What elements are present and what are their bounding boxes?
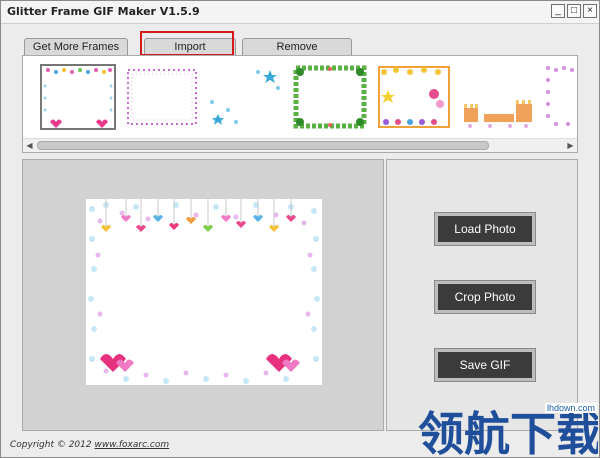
save-gif-button[interactable]: Save GIF xyxy=(434,348,536,382)
copyright-footer: Copyright © 2012 www.foxarc.com xyxy=(10,440,169,450)
tab-get-more-frames[interactable]: Get More Frames xyxy=(24,38,128,55)
scroll-left-icon[interactable]: ◀ xyxy=(23,139,36,152)
frame-thumb-castle[interactable] xyxy=(460,64,536,130)
minimize-button[interactable]: _ xyxy=(551,4,565,18)
frame-thumb-blue-stars[interactable] xyxy=(208,64,284,130)
scroll-right-icon[interactable]: ▶ xyxy=(564,139,577,152)
window-title: Glitter Frame GIF Maker V1.5.9 xyxy=(7,5,200,18)
frame-thumb-purple-dots[interactable] xyxy=(124,64,200,130)
crop-photo-button[interactable]: Crop Photo xyxy=(434,280,536,314)
svg-text:领航下载: 领航下载 xyxy=(418,407,598,456)
maximize-button[interactable]: □ xyxy=(567,4,581,18)
website-link[interactable]: www.foxarc.com xyxy=(94,440,169,450)
frame-thumb-hearts[interactable] xyxy=(40,64,116,130)
close-button[interactable]: × xyxy=(583,4,597,18)
frame-thumb-green-leaves[interactable] xyxy=(292,64,368,130)
photo-canvas xyxy=(86,199,322,385)
frame-preview xyxy=(86,199,322,385)
scrollbar-thumb[interactable] xyxy=(37,141,489,150)
frame-thumb-pink-dots[interactable] xyxy=(544,64,577,130)
load-photo-button[interactable]: Load Photo xyxy=(434,212,536,246)
preview-panel xyxy=(22,159,384,431)
watermark-url: lhdown.com xyxy=(545,403,598,413)
title-bar: Glitter Frame GIF Maker V1.5.9 _ □ × xyxy=(1,1,599,24)
frame-gallery-scrollbar[interactable]: ◀ ▶ xyxy=(23,138,577,152)
actions-panel: Load Photo Crop Photo Save GIF xyxy=(386,159,578,431)
frame-thumb-yellow-flowers[interactable] xyxy=(376,64,452,130)
tab-remove[interactable]: Remove xyxy=(242,38,352,55)
copyright-text: Copyright © 2012 xyxy=(10,440,92,450)
import-highlight-box xyxy=(140,31,234,56)
frame-gallery: ◀ ▶ xyxy=(22,55,578,153)
